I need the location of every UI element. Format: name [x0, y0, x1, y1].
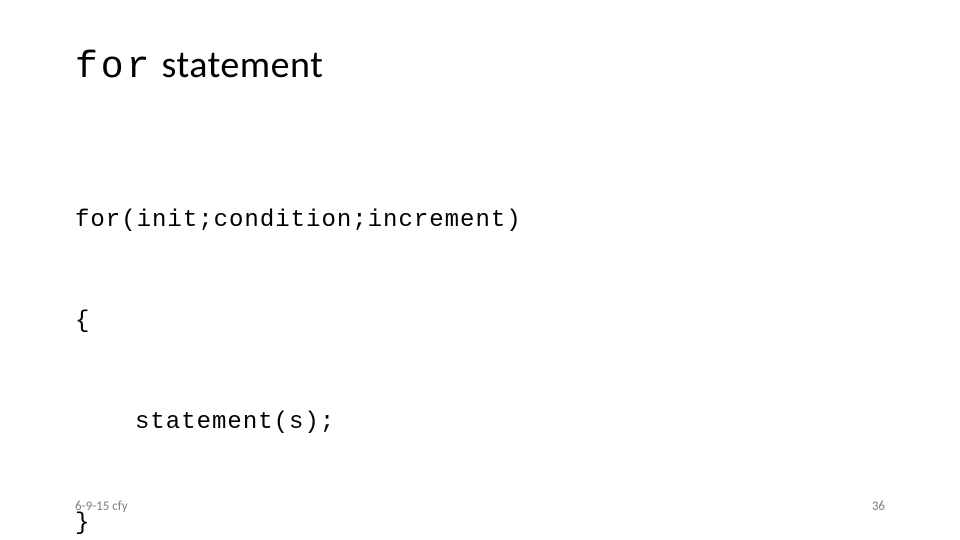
page-title: for statement — [75, 42, 885, 89]
title-rest: statement — [152, 42, 323, 88]
slide: for statement for(init;condition;increme… — [0, 0, 960, 540]
title-keyword: for — [75, 46, 152, 89]
code-line: { — [75, 305, 885, 339]
code-line: for(init;condition;increment) — [75, 204, 885, 238]
slide-number: 36 — [872, 499, 885, 514]
code-line: statement(s); — [75, 406, 885, 440]
code-block-syntax: for(init;condition;increment) { statemen… — [75, 137, 885, 540]
footer-note: 6-9-15 cfy — [75, 499, 128, 514]
code-line: } — [75, 507, 885, 540]
